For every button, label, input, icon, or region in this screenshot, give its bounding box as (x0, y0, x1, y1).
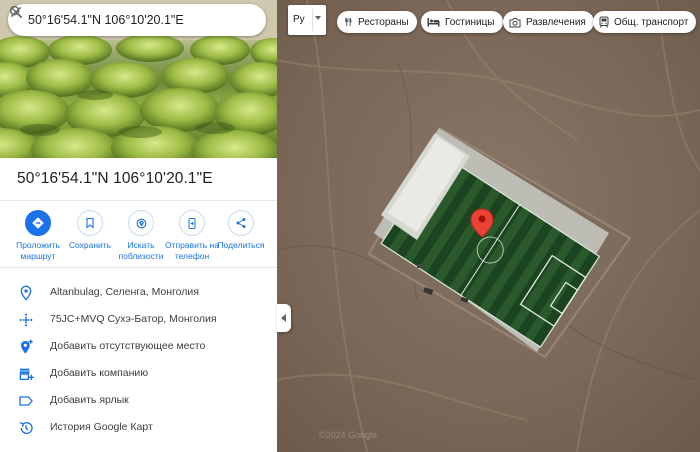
chip-entertainment-label: Развлечения (526, 16, 586, 28)
map-watermark: ©2024 Google (319, 430, 377, 440)
chevron-down-icon[interactable] (315, 16, 321, 20)
satellite-imagery: ©2024 Google (277, 0, 700, 452)
plus-code-row[interactable]: 75JC+MVQ Сухэ-Батор, Монголия (0, 307, 277, 334)
layers-label: Ру (293, 14, 305, 25)
hotel-icon (427, 18, 440, 27)
chip-transit[interactable]: Общ. транспорт (593, 11, 697, 33)
add-place-text: Добавить отсутствующее место (50, 340, 206, 352)
add-label-row[interactable]: Добавить ярлык (0, 388, 277, 415)
send-to-phone-label: Отправить на телефон (165, 240, 219, 261)
search-box (8, 4, 266, 36)
address-row[interactable]: Altanbulag, Селенга, Монголия (0, 280, 277, 307)
history-text: История Google Карт (50, 421, 153, 433)
transit-icon (599, 16, 609, 28)
add-business-icon (19, 368, 34, 380)
directions-label: Проложить маршрут (16, 240, 60, 261)
chip-entertainment[interactable]: Развлечения (503, 11, 594, 33)
save-label: Сохранить (68, 240, 112, 250)
chip-transit-label: Общ. транспорт (614, 16, 689, 28)
chevron-left-icon (281, 314, 286, 322)
divider (0, 200, 277, 201)
camera-icon (509, 17, 521, 27)
satellite-map[interactable]: ©2024 Google (277, 0, 700, 452)
history-row[interactable]: История Google Карт (0, 415, 277, 442)
bookmark-icon (86, 217, 94, 229)
place-photo[interactable] (0, 0, 277, 158)
nearby-label: Искать поблизости (118, 240, 164, 261)
send-to-phone-button[interactable]: Отправить на телефон (164, 210, 220, 262)
add-label-text: Добавить ярлык (50, 394, 129, 406)
address-text: Altanbulag, Селенга, Монголия (50, 286, 199, 298)
share-icon (236, 218, 246, 228)
chip-hotels[interactable]: Гостиницы (421, 11, 503, 33)
nearby-icon (136, 218, 146, 228)
add-place-icon (21, 339, 33, 354)
directions-icon (32, 217, 44, 229)
history-icon (19, 422, 33, 434)
plus-code-icon (19, 313, 33, 327)
restaurant-icon (345, 17, 352, 27)
chip-restaurants-label: Рестораны (358, 16, 409, 28)
chip-restaurants[interactable]: Рестораны (337, 11, 417, 33)
divider (312, 9, 313, 31)
save-button[interactable]: Сохранить (62, 210, 118, 251)
place-title: 50°16'54.1"N 106°10'20.1"E (17, 170, 213, 187)
close-icon[interactable] (8, 4, 24, 20)
directions-button[interactable]: Проложить маршрут (10, 210, 66, 262)
search-input[interactable] (28, 13, 196, 27)
action-buttons: Проложить маршрут Сохранить Искать побли… (10, 210, 270, 265)
place-panel: 50°16'54.1"N 106°10'20.1"E Проложить мар… (0, 0, 277, 452)
location-pin-icon (20, 285, 32, 301)
layers-button[interactable]: Ру (288, 5, 326, 35)
share-label: Поделиться (217, 240, 265, 250)
add-business-row[interactable]: Добавить компанию (0, 361, 277, 388)
plus-code-text: 75JC+MVQ Сухэ-Батор, Монголия (50, 313, 217, 325)
nearby-button[interactable]: Искать поблизости (113, 210, 169, 262)
send-to-phone-icon (188, 217, 196, 229)
chip-hotels-label: Гостиницы (445, 16, 495, 28)
share-button[interactable]: Поделиться (213, 210, 269, 251)
add-business-text: Добавить компанию (50, 367, 149, 379)
collapse-panel-button[interactable] (277, 304, 291, 332)
label-icon (19, 396, 33, 406)
divider (0, 267, 277, 268)
add-place-row[interactable]: Добавить отсутствующее место (0, 334, 277, 361)
